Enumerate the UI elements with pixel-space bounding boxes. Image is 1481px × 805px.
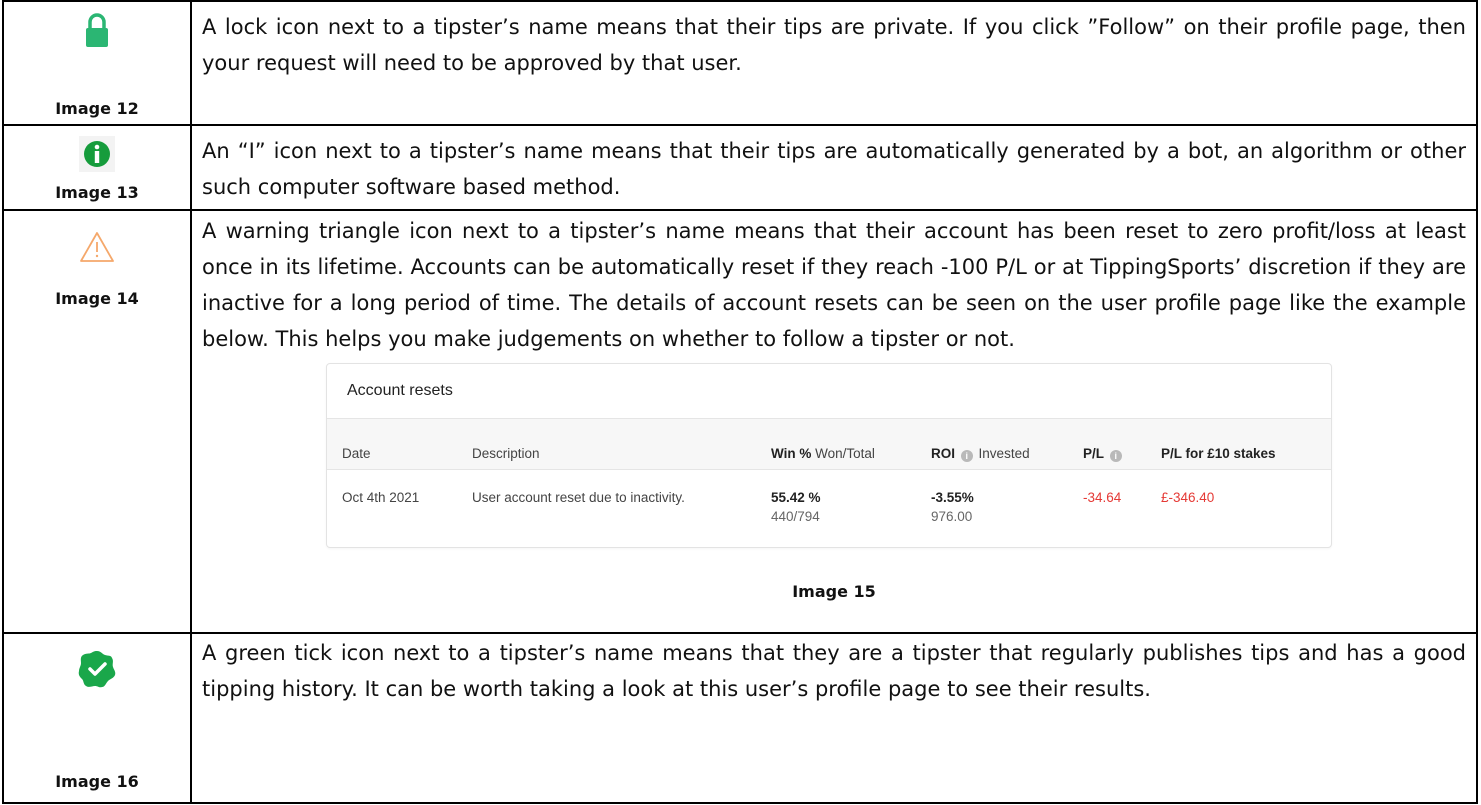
header-invested: Invested <box>978 445 1030 461</box>
header-win-pct: Win % <box>771 445 812 461</box>
text-cell: A lock icon next to a tipster’s name mea… <box>190 0 1478 127</box>
resets-header-row: Date Description Win % Won/Total ROI i I… <box>327 418 1331 472</box>
reset-description: User account reset due to inactivity. <box>472 489 685 505</box>
reset-won-total: 440/794 <box>771 508 820 524</box>
legend-description: An “I” icon next to a tipster’s name mea… <box>202 139 1466 200</box>
image-caption: Image 16 <box>55 771 139 791</box>
text-cell: A warning triangle icon next to a tipste… <box>190 208 1478 634</box>
reset-pl10: £-346.40 <box>1161 489 1215 505</box>
account-resets-example: Account resets Date Description Win % Wo… <box>202 357 1466 602</box>
image-caption: Image 13 <box>55 183 139 203</box>
header-won-total: Won/Total <box>815 445 875 461</box>
reset-win-pct: 55.42 % <box>771 489 821 505</box>
reset-pl: -34.64 <box>1083 489 1122 505</box>
legend-row-lock: Image 12 A lock icon next to a tipster’s… <box>2 0 1478 127</box>
info-icon <box>79 136 115 173</box>
icon-legend-table: Image 12 A lock icon next to a tipster’s… <box>2 0 1478 805</box>
legend-description: A lock icon next to a tipster’s name mea… <box>202 15 1466 75</box>
warning-icon <box>80 231 114 262</box>
image-caption: Image 15 <box>792 581 876 601</box>
reset-roi-pct: -3.55% <box>931 489 974 505</box>
reset-date: Oct 4th 2021 <box>342 489 420 505</box>
text-cell: An “I” icon next to a tipster’s name mea… <box>190 124 1478 211</box>
account-resets-panel: Account resets Date Description Win % Wo… <box>326 362 1332 548</box>
reset-roi: -3.55% 976.00 <box>931 488 974 526</box>
image-caption: Image 12 <box>55 99 139 118</box>
legend-description: A green tick icon next to a tipster’s na… <box>202 640 1466 701</box>
legend-row-warning: Image 14 A warning triangle icon next to… <box>2 208 1478 634</box>
header-pl-label: P/L <box>1083 445 1105 461</box>
header-pl10: P/L for £10 stakes <box>1161 445 1276 461</box>
panel-title: Account resets <box>327 364 1331 419</box>
icon-cell: Image 13 <box>2 124 192 211</box>
legend-description: A warning triangle icon next to a tipste… <box>202 218 1466 351</box>
icon-cell: Image 16 <box>2 631 192 805</box>
header-pl: P/L i <box>1083 436 1124 472</box>
table-row: Oct 4th 2021 User account reset due to i… <box>327 470 1331 546</box>
header-date: Date <box>342 445 371 461</box>
text-cell: A green tick icon next to a tipster’s na… <box>190 631 1478 805</box>
reset-win: 55.42 % 440/794 <box>771 488 821 526</box>
header-description: Description <box>472 445 540 461</box>
legend-row-verified: Image 16 A green tick icon next to a tip… <box>2 631 1478 805</box>
header-roi: ROI i Invested <box>931 436 1030 472</box>
icon-cell: Image 14 <box>2 208 192 634</box>
image-caption: Image 14 <box>55 288 139 308</box>
info-icon[interactable]: i <box>1109 449 1122 462</box>
header-roi-label: ROI <box>931 445 956 461</box>
lock-icon <box>86 13 108 47</box>
legend-row-info: Image 13 An “I” icon next to a tipster’s… <box>2 124 1478 211</box>
header-win: Win % Won/Total <box>771 436 875 472</box>
reset-invested: 976.00 <box>931 508 973 524</box>
verified-tick-icon <box>78 650 116 687</box>
info-icon[interactable]: i <box>960 449 973 462</box>
icon-cell: Image 12 <box>2 0 192 127</box>
